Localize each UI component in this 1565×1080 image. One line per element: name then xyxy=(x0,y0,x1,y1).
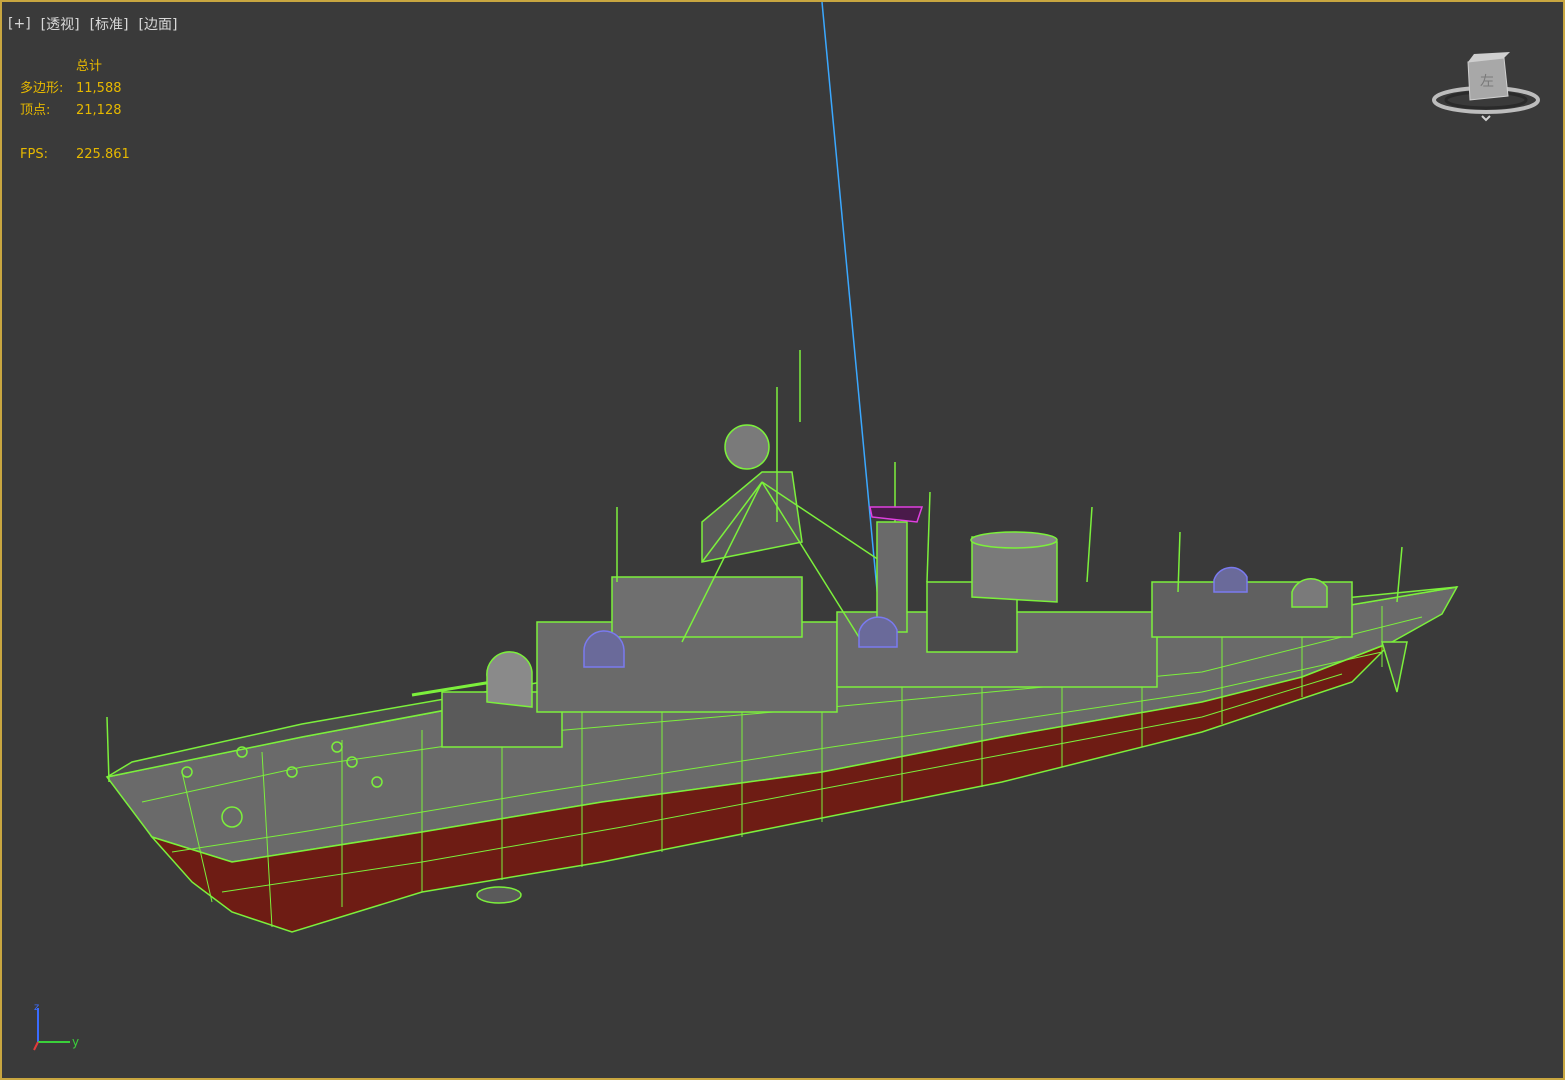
stats-header: 总计 xyxy=(76,59,103,74)
radar-dome xyxy=(724,424,770,470)
viewport-label-menu: [+] [透视] [标准] [边面] xyxy=(8,14,177,34)
vertices-label: 顶点: xyxy=(20,103,51,118)
viewcube-icon[interactable]: 左 xyxy=(1430,50,1542,124)
main-mast xyxy=(701,471,803,563)
polygons-value: 11,588 xyxy=(76,81,122,96)
ciws-2 xyxy=(858,616,898,648)
flag xyxy=(869,506,924,523)
viewport-pov-menu[interactable]: [透视] xyxy=(41,14,80,34)
axis-tripod-icon: z y xyxy=(33,1002,79,1051)
svg-text:左: 左 xyxy=(1480,74,1494,90)
axis-z-label: z xyxy=(34,1002,39,1013)
forward-gun-turret xyxy=(486,651,533,708)
polygons-label: 多边形: xyxy=(20,81,64,96)
vertices-value: 21,128 xyxy=(76,103,122,118)
fps-label: FPS: xyxy=(20,147,48,162)
viewport-shading-menu[interactable]: [标准] xyxy=(90,14,129,34)
aft-turret xyxy=(1291,578,1328,608)
ciws-1 xyxy=(583,630,625,668)
viewport-plus-menu[interactable]: [+] xyxy=(8,16,31,32)
fps-value: 225.861 xyxy=(76,147,130,162)
sonar-dome xyxy=(476,886,522,904)
ciws-3 xyxy=(1213,566,1248,593)
perspective-viewport[interactable]: [+] [透视] [标准] [边面] 总计 多边形: 11,588 顶点: 21… xyxy=(0,0,1565,1080)
statistics-overlay: 总计 多边形: 11,588 顶点: 21,128 FPS: 225.861 xyxy=(20,56,130,166)
axis-y-label: y xyxy=(72,1035,79,1049)
aft-mast xyxy=(876,521,908,633)
ship-model-render[interactable] xyxy=(2,2,1563,1078)
viewport-edges-menu[interactable]: [边面] xyxy=(139,14,178,34)
bridge-deck xyxy=(611,576,803,638)
